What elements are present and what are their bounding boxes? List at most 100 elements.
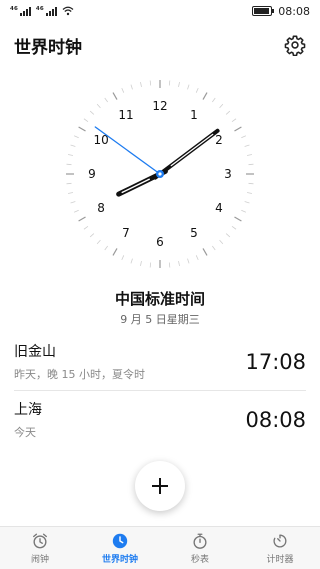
battery-icon xyxy=(252,6,275,16)
clock-tick xyxy=(225,110,231,115)
clock-tick xyxy=(231,225,237,230)
clock-number: 12 xyxy=(152,99,167,113)
city-name: 旧金山 xyxy=(14,344,56,360)
minute-hand-highlight xyxy=(170,133,214,167)
city-offset: 昨天，晚 15 小时，夏令时 xyxy=(14,368,145,381)
tab-world-clock[interactable]: 世界时钟 xyxy=(80,527,160,569)
clock-tick xyxy=(178,260,180,267)
analog-clock: 12 1 2 3 4 5 6 7 8 9 10 11 xyxy=(64,78,256,270)
local-date: 9 月 5 日星期三 xyxy=(120,313,200,326)
clock-tick xyxy=(104,97,109,103)
stopwatch-icon xyxy=(193,533,207,549)
clock-tick xyxy=(244,201,250,204)
clock-tick xyxy=(112,92,118,100)
status-bar: ⁴⁶ ⁴⁶ 08:08 xyxy=(0,0,320,22)
clock-number: 9 xyxy=(88,167,96,181)
wifi-icon xyxy=(62,6,74,16)
world-clock-icon xyxy=(112,533,128,548)
clock-number: 6 xyxy=(156,235,164,249)
clock-tick xyxy=(202,92,208,100)
clock-tick xyxy=(178,81,180,88)
clock-tick xyxy=(225,233,231,238)
clock-tick xyxy=(70,201,76,204)
signal-type-2: ⁴⁶ xyxy=(35,6,44,16)
signal-bars-icon xyxy=(19,6,31,16)
clock-number: 5 xyxy=(190,226,198,240)
clock-tick xyxy=(140,81,142,88)
status-right: 08:08 xyxy=(252,5,310,18)
clock-tick xyxy=(130,84,133,90)
clock-number: 1 xyxy=(190,108,198,122)
timer-icon xyxy=(273,533,287,547)
clock-tick xyxy=(83,225,89,230)
status-time: 08:08 xyxy=(278,4,310,18)
signal-bars-icon xyxy=(45,6,57,16)
clock-tick xyxy=(96,239,101,245)
clock-tick xyxy=(211,97,216,103)
clock-tick xyxy=(73,209,79,213)
clock-number: 3 xyxy=(224,167,232,181)
clock-tick xyxy=(112,248,118,256)
city-row-san-francisco[interactable]: 旧金山 昨天，晚 15 小时，夏令时 17:08 xyxy=(14,333,306,390)
city-offset: 今天 xyxy=(14,426,36,439)
clock-face: 121234567891011 xyxy=(66,80,254,268)
clock-tick xyxy=(195,87,199,93)
tab-label: 闹钟 xyxy=(30,554,49,565)
clock-tick xyxy=(168,80,171,86)
clock-tick xyxy=(241,135,247,139)
add-city-button[interactable] xyxy=(135,461,185,511)
tab-label: 计时器 xyxy=(266,554,294,565)
tab-stopwatch[interactable]: 秒表 xyxy=(160,527,240,569)
clock-number: 4 xyxy=(215,201,223,215)
clock-tick xyxy=(89,110,95,115)
clock-tick xyxy=(246,192,253,194)
clock-tick xyxy=(149,262,152,268)
hour-hand-highlight xyxy=(121,178,150,194)
clock-tick xyxy=(187,258,190,264)
clock-tick xyxy=(241,209,247,213)
city-info: 上海 今天 xyxy=(14,399,42,440)
clock-tick xyxy=(96,103,101,109)
city-name: 上海 xyxy=(14,402,42,418)
clock-tick xyxy=(231,118,237,123)
clock-tick xyxy=(248,182,254,185)
clock-tick xyxy=(66,163,72,166)
clock-number: 8 xyxy=(97,201,105,215)
clock-tick xyxy=(219,103,224,109)
clock-tick xyxy=(67,154,74,156)
page-title: 世界时钟 xyxy=(14,37,82,58)
tab-label: 秒表 xyxy=(190,554,209,565)
clock-tick xyxy=(89,233,95,238)
clock-tick xyxy=(234,216,242,222)
clock-number: 2 xyxy=(215,133,223,147)
clock-tick xyxy=(67,192,74,194)
clock-tick xyxy=(168,262,171,268)
clock-tick xyxy=(211,245,216,251)
clock-center-pin xyxy=(158,172,162,176)
app-header: 世界时钟 xyxy=(0,28,320,62)
city-list: 旧金山 昨天，晚 15 小时，夏令时 17:08 上海 今天 08:08 xyxy=(0,333,320,448)
settings-button[interactable] xyxy=(282,32,308,58)
signal-type-1: ⁴⁶ xyxy=(10,6,18,16)
clock-tick xyxy=(73,135,79,139)
clock-tick xyxy=(78,216,86,222)
clock-tick xyxy=(187,84,190,90)
clock-tick xyxy=(195,255,199,261)
world-clock-screen: ⁴⁶ ⁴⁶ 08:08 世界时钟 12 1 2 3 4 5 6 7 8 9 10… xyxy=(0,0,320,569)
clock-tick xyxy=(121,87,125,93)
local-timezone-name: 中国标准时间 xyxy=(114,290,205,308)
clock-tick xyxy=(140,260,142,267)
city-row-shanghai[interactable]: 上海 今天 08:08 xyxy=(14,390,306,448)
bottom-nav: 闹钟 世界时钟 秒表 计时器 xyxy=(0,526,320,569)
clock-tick xyxy=(248,163,254,166)
clock-tick xyxy=(83,118,89,123)
tab-alarm[interactable]: 闹钟 xyxy=(0,527,80,569)
plus-icon xyxy=(152,478,168,494)
status-left: ⁴⁶ ⁴⁶ xyxy=(10,6,74,16)
clock-number: 11 xyxy=(118,108,133,122)
city-info: 旧金山 昨天，晚 15 小时，夏令时 xyxy=(14,341,145,382)
clock-tick xyxy=(130,258,133,264)
clock-tick xyxy=(149,80,152,86)
tab-timer[interactable]: 计时器 xyxy=(240,527,320,569)
clock-tick xyxy=(246,154,253,156)
